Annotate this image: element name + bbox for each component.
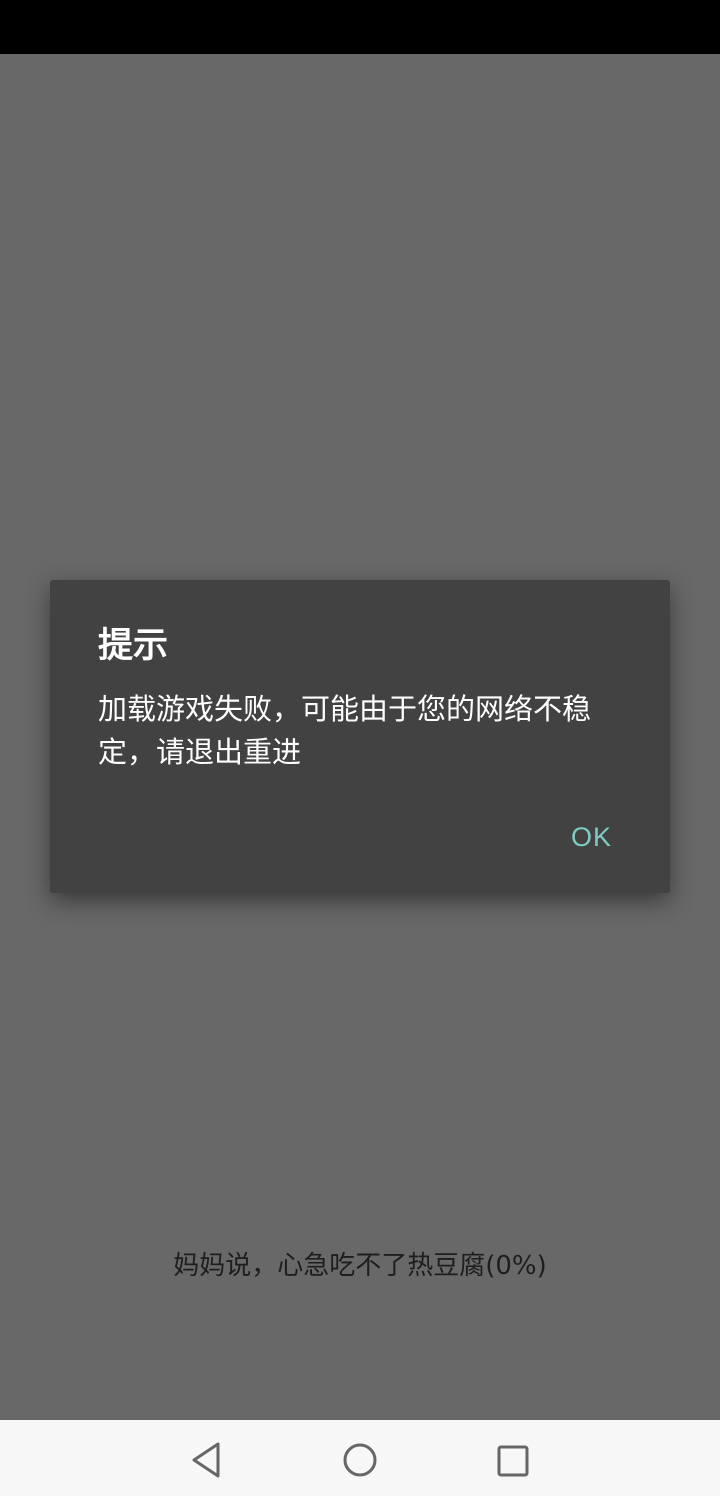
home-icon[interactable]	[338, 1438, 382, 1482]
back-icon[interactable]	[184, 1438, 228, 1482]
ok-button[interactable]: OK	[563, 818, 620, 857]
navigation-bar	[0, 1420, 720, 1496]
status-bar	[0, 0, 720, 54]
recents-icon[interactable]	[490, 1438, 534, 1482]
dialog-message: 加载游戏失败，可能由于您的网络不稳定，请退出重进	[98, 692, 592, 769]
alert-dialog: 提示 加载游戏失败，可能由于您的网络不稳定，请退出重进 OK	[50, 580, 670, 893]
loading-status-text: 妈妈说，心急吃不了热豆腐(0%)	[173, 1251, 547, 1281]
screen: 提示 加载游戏失败，可能由于您的网络不稳定，请退出重进 OK 妈妈说，心急吃不了…	[0, 0, 720, 1496]
dialog-title: 提示	[98, 626, 169, 666]
